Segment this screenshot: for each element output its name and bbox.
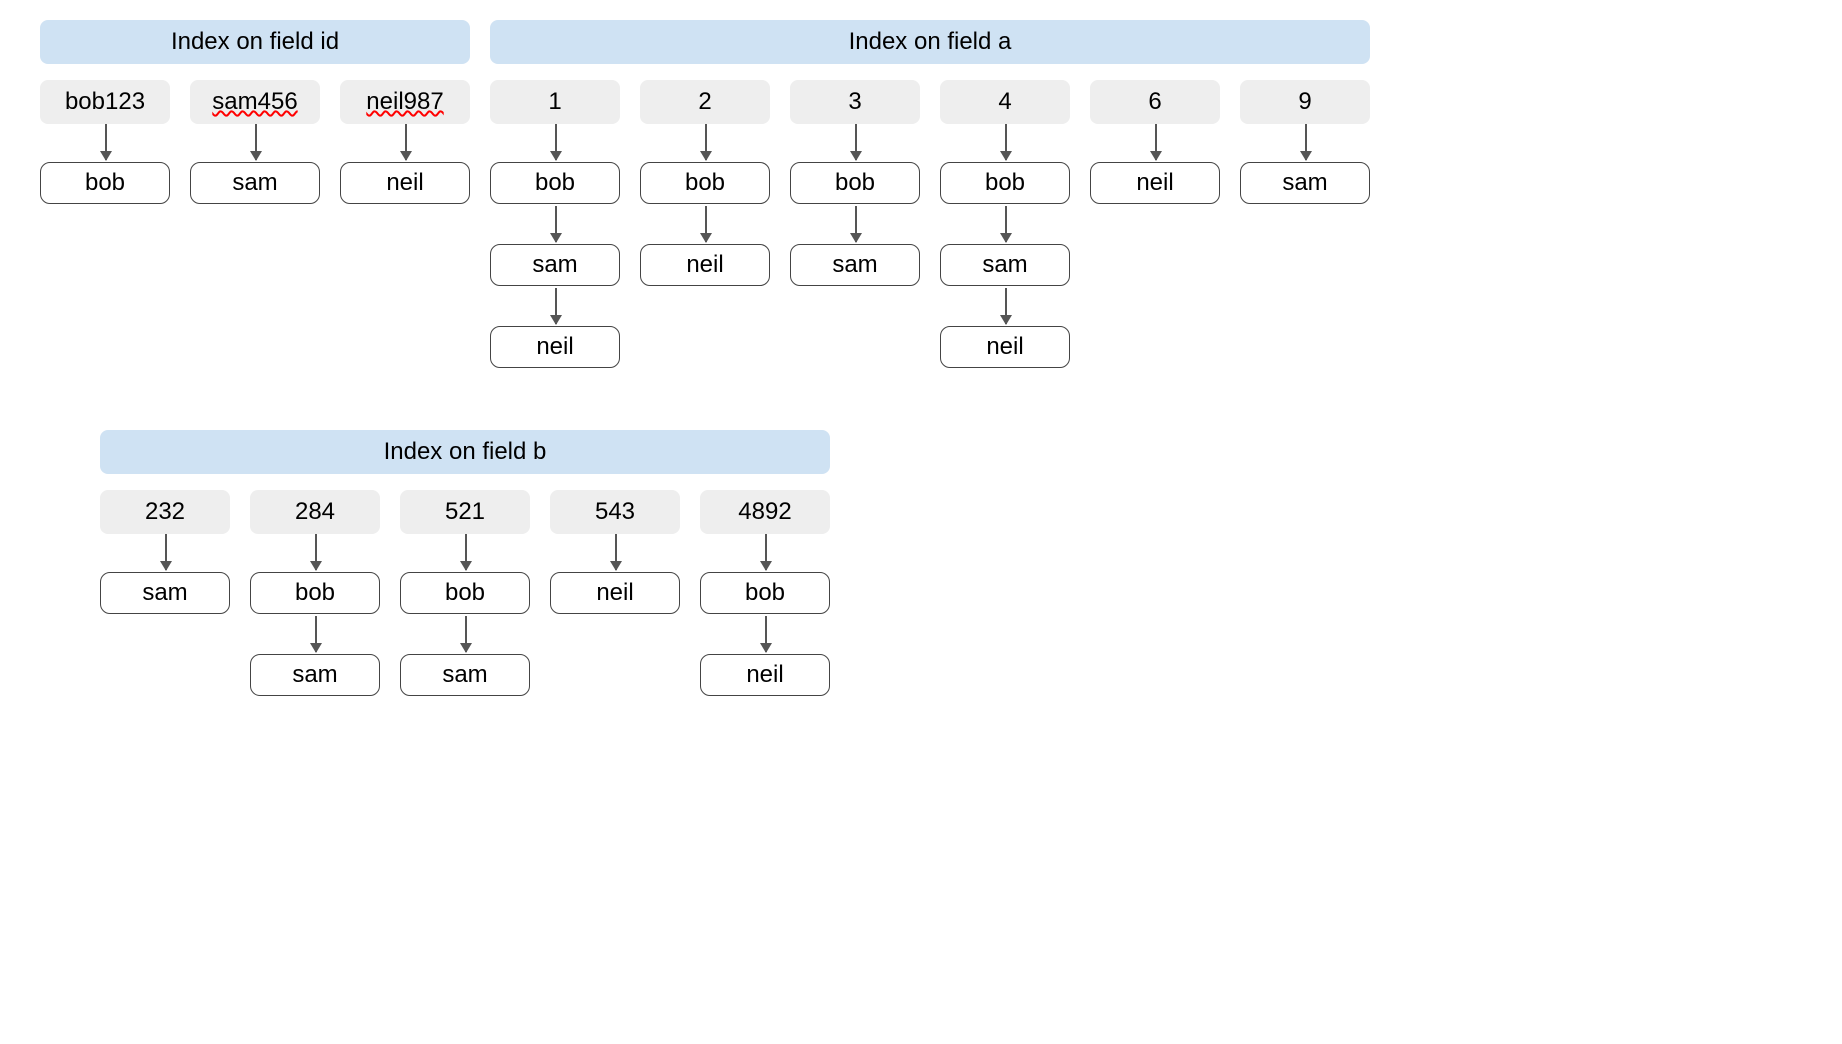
arrow-icon [465,534,467,570]
index-id-value: neil [340,162,470,204]
index-b-key: 521 [400,490,530,534]
index-b-header: Index on field b [100,430,830,474]
arrow-icon [765,616,767,652]
index-a-value: sam [940,244,1070,286]
arrow-icon [405,124,407,160]
arrow-icon [1005,124,1007,160]
index-a-group: Index on field a [490,20,1370,64]
arrow-icon [705,206,707,242]
arrow-icon [855,206,857,242]
index-b-value: bob [700,572,830,614]
index-a-value: neil [640,244,770,286]
index-a-value: bob [640,162,770,204]
index-a-value: neil [940,326,1070,368]
index-b-value: neil [700,654,830,696]
index-id-header: Index on field id [40,20,470,64]
index-a-key: 3 [790,80,920,124]
arrow-icon [855,124,857,160]
key-label: sam456 [212,88,297,115]
index-b-key: 232 [100,490,230,534]
arrow-icon [255,124,257,160]
index-b-key: 4892 [700,490,830,534]
index-a-key: 9 [1240,80,1370,124]
index-a-value: sam [490,244,620,286]
index-b-value: bob [400,572,530,614]
arrow-icon [705,124,707,160]
arrow-icon [555,124,557,160]
arrow-icon [555,288,557,324]
index-id-key: bob123 [40,80,170,124]
arrow-icon [1305,124,1307,160]
arrow-icon [555,206,557,242]
index-b-group: Index on field b [100,430,830,474]
index-b-value: neil [550,572,680,614]
arrow-icon [615,534,617,570]
arrow-icon [105,124,107,160]
index-a-header: Index on field a [490,20,1370,64]
index-b-value: sam [100,572,230,614]
index-id-value: bob [40,162,170,204]
index-b-value: bob [250,572,380,614]
index-a-key: 1 [490,80,620,124]
index-b-value: sam [250,654,380,696]
key-label: bob123 [65,88,145,115]
arrow-icon [165,534,167,570]
arrow-icon [1005,288,1007,324]
arrow-icon [465,616,467,652]
arrow-icon [1005,206,1007,242]
index-id-value: sam [190,162,320,204]
index-a-key: 4 [940,80,1070,124]
index-a-key: 2 [640,80,770,124]
key-label: neil987 [366,88,443,115]
arrow-icon [1155,124,1157,160]
index-id-key: neil987 [340,80,470,124]
index-a-key: 6 [1090,80,1220,124]
arrow-icon [315,534,317,570]
index-a-value: neil [490,326,620,368]
arrow-icon [315,616,317,652]
index-a-value: bob [940,162,1070,204]
index-a-value: neil [1090,162,1220,204]
arrow-icon [765,534,767,570]
index-b-key: 284 [250,490,380,534]
index-a-value: sam [1240,162,1370,204]
index-b-value: sam [400,654,530,696]
index-a-value: bob [490,162,620,204]
index-id-group: Index on field id [40,20,470,64]
index-id-key: sam456 [190,80,320,124]
index-b-key: 543 [550,490,680,534]
index-a-value: bob [790,162,920,204]
index-a-value: sam [790,244,920,286]
